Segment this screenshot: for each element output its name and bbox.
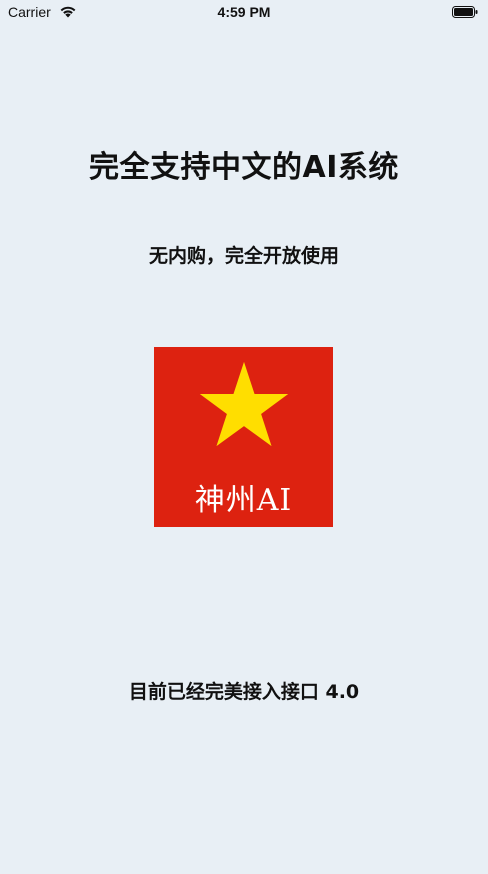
status-bar: Carrier 4:59 PM (0, 0, 488, 26)
api-info-text: 目前已经完美接入接口 4.0 (128, 681, 360, 703)
status-time: 4:59 PM (217, 4, 271, 20)
app-logo: 神州AI (154, 347, 333, 527)
battery-icon (452, 6, 478, 18)
page-title: 完全支持中文的AI系统 (89, 150, 399, 185)
star-icon (199, 361, 289, 447)
page-subtitle: 无内购，完全开放使用 (148, 245, 339, 267)
logo-text: 神州AI (194, 483, 293, 518)
